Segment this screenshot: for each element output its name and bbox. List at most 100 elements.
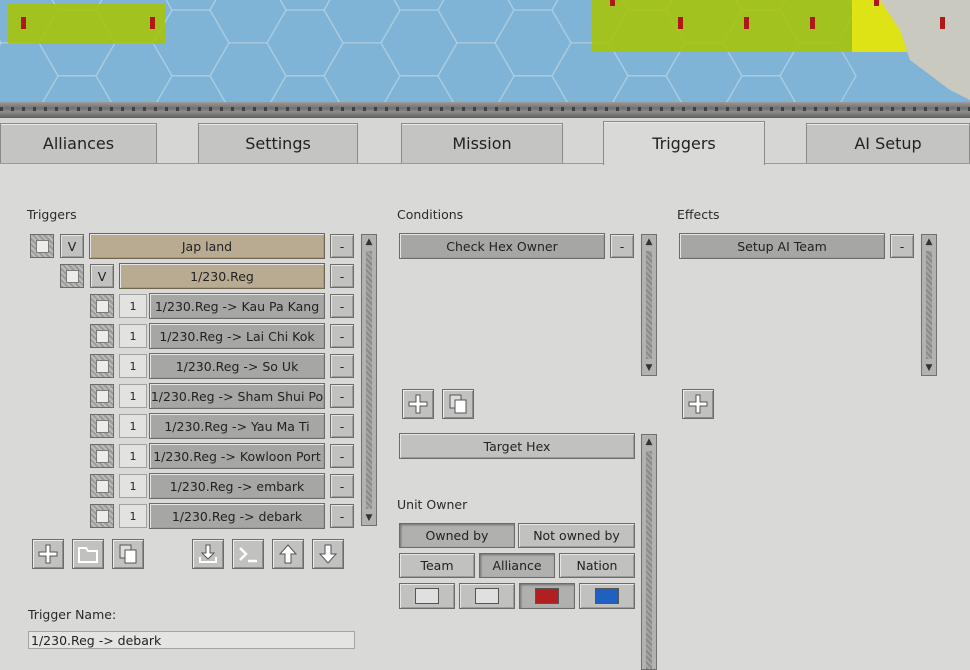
copy-trigger-button[interactable] — [112, 539, 144, 569]
unit-marker[interactable] — [678, 17, 683, 29]
nation-button[interactable]: Nation — [559, 553, 635, 578]
effect-setup-ai-team[interactable]: Setup AI Team — [679, 233, 885, 259]
tab-ai-setup[interactable]: AI Setup — [806, 123, 970, 163]
target-hex-button[interactable]: Target Hex — [399, 433, 635, 459]
trigger-item[interactable]: 1/230.Reg -> So Uk — [149, 353, 325, 379]
scroll-up-icon[interactable]: ▲ — [362, 235, 376, 249]
remove-button[interactable]: - — [330, 474, 354, 498]
trigger-item[interactable]: 1/230.Reg -> Kau Pa Kang — [149, 293, 325, 319]
map-hex[interactable] — [266, 9, 344, 77]
map-hex[interactable] — [494, 9, 572, 77]
import-button[interactable] — [192, 539, 224, 569]
remove-button[interactable]: - — [330, 504, 354, 528]
condition-detail-scrollbar[interactable]: ▲ — [641, 434, 657, 670]
tab-mission[interactable]: Mission — [401, 123, 563, 163]
trigger-group-jap-land[interactable]: Jap land — [89, 233, 325, 259]
map-view[interactable] — [0, 0, 970, 104]
remove-button[interactable]: - — [330, 324, 354, 348]
trigger-item[interactable]: 1/230.Reg -> embark — [149, 473, 325, 499]
map-hex[interactable] — [209, 0, 287, 44]
trigger-item[interactable]: 1/230.Reg -> Yau Ma Ti — [149, 413, 325, 439]
scroll-down-icon[interactable]: ▼ — [642, 361, 656, 375]
trigger-checkbox[interactable] — [90, 414, 114, 438]
trigger-checkbox[interactable] — [60, 264, 84, 288]
trigger-item[interactable]: 1/230.Reg -> Sham Shui Po — [149, 383, 325, 409]
remove-button[interactable]: - — [890, 234, 914, 258]
map-hex[interactable] — [381, 0, 457, 11]
trigger-checkbox[interactable] — [90, 444, 114, 468]
tab-triggers[interactable]: Triggers — [603, 121, 765, 165]
trigger-checkbox[interactable] — [90, 294, 114, 318]
trigger-name-input[interactable]: 1/230.Reg -> debark — [28, 631, 355, 649]
unit-marker[interactable] — [610, 0, 615, 6]
trigger-checkbox[interactable] — [90, 354, 114, 378]
copy-condition-button[interactable] — [442, 389, 474, 419]
expand-toggle[interactable]: V — [60, 234, 84, 258]
map-hex[interactable] — [267, 0, 343, 11]
remove-button[interactable]: - — [330, 354, 354, 378]
owned-by-button[interactable]: Owned by — [399, 523, 515, 548]
trigger-checkbox[interactable] — [90, 474, 114, 498]
team-button[interactable]: Team — [399, 553, 475, 578]
tab-alliances[interactable]: Alliances — [0, 123, 157, 163]
scroll-track[interactable] — [926, 251, 932, 359]
map-hex[interactable] — [495, 0, 571, 11]
unit-marker[interactable] — [874, 0, 879, 6]
remove-button[interactable]: - — [330, 294, 354, 318]
add-effect-button[interactable] — [682, 389, 714, 419]
remove-button[interactable]: - — [330, 234, 354, 258]
scroll-up-icon[interactable]: ▲ — [642, 235, 656, 249]
expand-toggle[interactable]: V — [90, 264, 114, 288]
color-swatch-button[interactable] — [519, 583, 575, 609]
map-hex[interactable] — [380, 9, 458, 77]
hex-map[interactable] — [0, 0, 970, 104]
add-condition-button[interactable] — [402, 389, 434, 419]
remove-button[interactable]: - — [330, 264, 354, 288]
move-up-button[interactable] — [272, 539, 304, 569]
trigger-group-1-230-reg[interactable]: 1/230.Reg — [119, 263, 325, 289]
unit-marker[interactable] — [810, 17, 815, 29]
map-hex[interactable] — [323, 0, 401, 44]
map-hex[interactable] — [0, 0, 1, 10]
trigger-item[interactable]: 1/230.Reg -> debark — [149, 503, 325, 529]
scroll-up-icon[interactable]: ▲ — [642, 435, 656, 449]
unit-marker[interactable] — [940, 17, 945, 29]
map-hex[interactable] — [779, 42, 857, 104]
add-trigger-button[interactable] — [32, 539, 64, 569]
scroll-track[interactable] — [646, 251, 652, 359]
color-swatch-button[interactable] — [399, 583, 455, 609]
remove-button[interactable]: - — [330, 384, 354, 408]
map-hex[interactable] — [0, 42, 59, 104]
unit-marker[interactable] — [21, 17, 26, 29]
effects-scrollbar[interactable]: ▲ ▼ — [921, 234, 937, 376]
trigger-checkbox[interactable] — [30, 234, 54, 258]
scroll-track[interactable] — [646, 451, 652, 669]
trigger-item[interactable]: 1/230.Reg -> Lai Chi Kok — [149, 323, 325, 349]
color-swatch-button[interactable] — [459, 583, 515, 609]
conditions-scrollbar[interactable]: ▲ ▼ — [641, 234, 657, 376]
add-folder-button[interactable] — [72, 539, 104, 569]
unit-marker[interactable] — [150, 17, 155, 29]
condition-check-hex-owner[interactable]: Check Hex Owner — [399, 233, 605, 259]
scroll-up-icon[interactable]: ▲ — [922, 235, 936, 249]
unit-marker[interactable] — [744, 17, 749, 29]
scroll-down-icon[interactable]: ▼ — [922, 361, 936, 375]
trigger-item[interactable]: 1/230.Reg -> Kowloon Port — [149, 443, 325, 469]
not-owned-by-button[interactable]: Not owned by — [518, 523, 635, 548]
console-button[interactable] — [232, 539, 264, 569]
trigger-checkbox[interactable] — [90, 384, 114, 408]
trigger-checkbox[interactable] — [90, 324, 114, 348]
scroll-down-icon[interactable]: ▼ — [362, 511, 376, 525]
triggers-scrollbar[interactable]: ▲ ▼ — [361, 234, 377, 526]
alliance-button[interactable]: Alliance — [479, 553, 555, 578]
scroll-track[interactable] — [366, 251, 372, 509]
remove-button[interactable]: - — [610, 234, 634, 258]
tab-settings[interactable]: Settings — [198, 123, 358, 163]
move-down-button[interactable] — [312, 539, 344, 569]
map-hex[interactable] — [0, 76, 1, 104]
map-hex[interactable] — [437, 0, 515, 44]
color-swatch-button[interactable] — [579, 583, 635, 609]
trigger-checkbox[interactable] — [90, 504, 114, 528]
remove-button[interactable]: - — [330, 414, 354, 438]
remove-button[interactable]: - — [330, 444, 354, 468]
